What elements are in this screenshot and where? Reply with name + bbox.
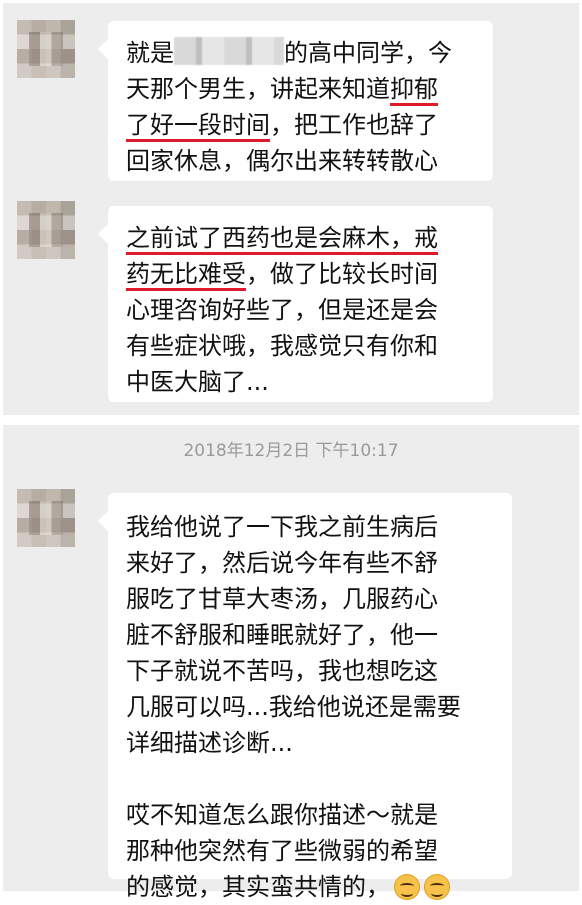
message-line: 来好了，然后说今年有些不舒 <box>126 549 438 577</box>
message-line: 我给他说了一下我之前生病后 <box>126 513 438 541</box>
message-line: 回家休息，偶尔出来转转散心 <box>126 147 438 175</box>
message-line: 下子就说不苦吗，我也想吃这 <box>126 657 438 685</box>
chat-panel-top: 就是 的高中同学，今 天那个男生，讲起来知道抑郁 了好一段时间，把工作也辞了 回家… <box>3 3 579 415</box>
chat-panel-bottom: 2018年12月2日 下午10:17 我给他说了一下我之前生病后 来好了，然后说… <box>3 425 579 901</box>
redacted-name-blur <box>174 37 284 65</box>
message-line: 服吃了甘草大枣汤，几服药心 <box>126 585 438 613</box>
message-timestamp: 2018年12月2日 下午10:17 <box>183 441 399 461</box>
message-line: 心理咨询好些了，但是还是会 <box>126 296 438 324</box>
contact-avatar-blurred[interactable] <box>17 489 75 547</box>
message-line: 天那个男生，讲起来知道抑郁 <box>126 71 475 107</box>
message-line: 药无比难受，做了比较长时间 <box>126 256 475 292</box>
message-line: 中医大脑了... <box>126 368 269 396</box>
message-line: 的感觉，其实蛮共情的， <box>126 869 494 905</box>
underlined-highlight: 药无比难受 <box>126 260 246 291</box>
message-line: 有些症状哦，我感觉只有你和 <box>126 332 438 360</box>
smiling-face-emoji <box>424 874 450 900</box>
message-bubble[interactable]: 我给他说了一下我之前生病后 来好了，然后说今年有些不舒 服吃了甘草大枣汤，几服药… <box>98 493 512 901</box>
message-line: 就是 的高中同学，今 <box>126 37 452 67</box>
smiling-face-emoji <box>394 874 420 900</box>
message-line: 了好一段时间，把工作也辞了 <box>126 107 475 143</box>
message-line-blank <box>126 761 494 797</box>
underlined-highlight: 之前试了西药也是会麻木，戒 <box>126 224 438 255</box>
underlined-highlight: 抑郁 <box>390 75 438 106</box>
message-line: 那种他突然有了些微弱的希望 <box>126 837 438 865</box>
underlined-highlight: 了好一段时间 <box>126 111 270 142</box>
message-line: 哎不知道怎么跟你描述～就是 <box>126 801 438 829</box>
message-bubble[interactable]: 就是 的高中同学，今 天那个男生，讲起来知道抑郁 了好一段时间，把工作也辞了 回家… <box>98 21 493 181</box>
contact-avatar-blurred[interactable] <box>17 201 75 259</box>
message-line: 详细描述诊断... <box>126 729 293 757</box>
message-line: 几服可以吗...我给他说还是需要 <box>126 693 461 721</box>
message-bubble[interactable]: 之前试了西药也是会麻木，戒 药无比难受，做了比较长时间 心理咨询好些了，但是还是… <box>98 206 493 402</box>
message-line: 之前试了西药也是会麻木，戒 <box>126 220 475 256</box>
message-line: 脏不舒服和睡眠就好了，他一 <box>126 621 438 649</box>
contact-avatar-blurred[interactable] <box>17 20 75 78</box>
